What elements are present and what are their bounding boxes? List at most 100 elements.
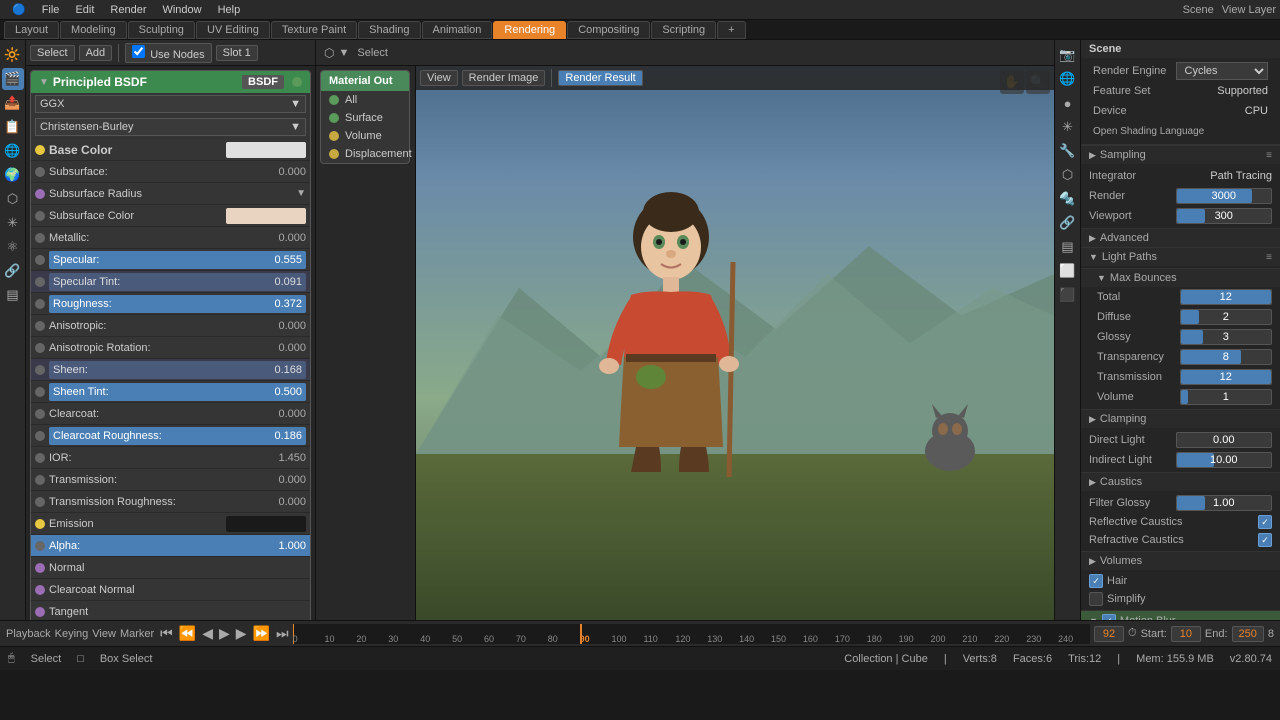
tab-uv-editing[interactable]: UV Editing (196, 21, 270, 39)
icon-view-layer[interactable]: 📋 (2, 116, 24, 138)
menu-edit[interactable]: Edit (67, 4, 102, 16)
icon-output[interactable]: 📤 (2, 92, 24, 114)
field-sheen-tint[interactable]: Sheen Tint: 0.500 (31, 381, 310, 403)
hair-checkbox[interactable]: ✓ (1089, 574, 1103, 588)
icon-scene2[interactable]: 🌐 (2, 140, 24, 162)
tab-modeling[interactable]: Modeling (60, 21, 127, 39)
subsurface-color-swatch[interactable] (226, 208, 306, 224)
field-specular[interactable]: Specular: 0.555 (31, 249, 310, 271)
tab-add[interactable]: + (717, 21, 745, 39)
field-transmission[interactable]: Transmission: 0.000 (31, 469, 310, 491)
field-clearcoat-normal[interactable]: Clearcoat Normal (31, 579, 310, 601)
viewport-bar[interactable]: 300 (1176, 208, 1273, 224)
menu-blender[interactable]: 🔵 (4, 3, 34, 16)
sheen-bar[interactable]: Sheen: 0.168 (49, 361, 306, 379)
reflective-caustics-checkbox[interactable]: ✓ (1258, 515, 1272, 529)
filter-glossy-bar[interactable]: 1.00 (1176, 495, 1273, 511)
tab-layout[interactable]: Layout (4, 21, 59, 39)
field-transmission-roughness[interactable]: Transmission Roughness: 0.000 (31, 491, 310, 513)
subsurface-method-dropdown[interactable]: Christensen-Burley ▼ (35, 118, 306, 136)
icon-particles[interactable]: ✳ (2, 212, 24, 234)
btn-prev-keyframe[interactable]: ⏪ (177, 625, 198, 642)
simplify-checkbox[interactable] (1089, 592, 1103, 606)
tab-scripting[interactable]: Scripting (651, 21, 716, 39)
clearcoat-roughness-bar[interactable]: Clearcoat Roughness: 0.186 (49, 427, 306, 445)
field-anisotropic-rotation[interactable]: Anisotropic Rotation: 0.000 (31, 337, 310, 359)
btn-next-frame[interactable]: ▶ (234, 625, 249, 642)
field-emission[interactable]: Emission (31, 513, 310, 535)
sheen-tint-bar[interactable]: Sheen Tint: 0.500 (49, 383, 306, 401)
icon-particles-r[interactable]: ✳ (1057, 116, 1079, 138)
tab-rendering[interactable]: Rendering (493, 21, 566, 39)
timeline-marker-label[interactable]: Marker (120, 628, 154, 640)
motion-blur-header[interactable]: ▼ ✓ Motion Blur (1081, 610, 1280, 620)
emission-swatch[interactable] (226, 516, 306, 532)
base-color-swatch[interactable] (226, 142, 306, 158)
use-nodes-checkbox[interactable] (132, 45, 145, 58)
view-button[interactable]: View (420, 70, 458, 86)
icon-data-r[interactable]: ▤ (1057, 236, 1079, 258)
tab-animation[interactable]: Animation (422, 21, 493, 39)
tab-compositing[interactable]: Compositing (567, 21, 650, 39)
clamping-section-header[interactable]: ▶ Clamping (1081, 409, 1280, 428)
material-output-node[interactable]: Material Out All Surface Volume (320, 70, 410, 164)
caustics-section-header[interactable]: ▶ Caustics (1081, 472, 1280, 491)
icon-globe-r[interactable]: 🌐 (1057, 68, 1079, 90)
transmission-bounces-bar[interactable]: 12 (1180, 369, 1273, 385)
slot-button[interactable]: Slot 1 (216, 45, 258, 61)
motion-blur-checkbox[interactable]: ✓ (1102, 614, 1116, 620)
icon-scene[interactable]: 🔆 (2, 44, 24, 66)
render-result-button[interactable]: Render Result (558, 70, 642, 86)
field-roughness[interactable]: Roughness: 0.372 (31, 293, 310, 315)
field-subsurface-radius[interactable]: Subsurface Radius ▼ (31, 183, 310, 205)
transparency-bounces-bar[interactable]: 8 (1180, 349, 1273, 365)
timeline-keying-label[interactable]: Keying (55, 628, 89, 640)
volumes-section-header[interactable]: ▶ Volumes (1081, 551, 1280, 570)
menu-help[interactable]: Help (210, 4, 249, 16)
tab-shading[interactable]: Shading (358, 21, 420, 39)
field-base-color[interactable]: Base Color (31, 139, 310, 161)
volume-bounces-bar[interactable]: 1 (1180, 389, 1273, 405)
field-alpha[interactable]: Alpha: 1.000 (31, 535, 310, 557)
main-viewport[interactable]: ✋ 🔍 View Render Image Render Result (416, 66, 1054, 620)
max-bounces-header[interactable]: ▼ Max Bounces (1081, 268, 1280, 287)
icon-material-r[interactable]: ● (1057, 92, 1079, 114)
btn-jump-end[interactable]: ⏭ (274, 625, 291, 642)
menu-render[interactable]: Render (102, 4, 154, 16)
field-specular-tint[interactable]: Specular Tint: 0.091 (31, 271, 310, 293)
light-paths-header[interactable]: ▼ Light Paths ≡ (1081, 247, 1280, 266)
use-nodes-button[interactable]: Use Nodes (125, 43, 211, 63)
specular-tint-bar[interactable]: Specular Tint: 0.091 (49, 273, 306, 291)
indirect-light-bar[interactable]: 10.00 (1176, 452, 1273, 468)
field-anisotropic[interactable]: Anisotropic: 0.000 (31, 315, 310, 337)
btn-next-keyframe[interactable]: ⏩ (251, 625, 272, 642)
icon-object-r[interactable]: ⬡ (1057, 164, 1079, 186)
icon-physics[interactable]: ⚛ (2, 236, 24, 258)
icon-camera-r[interactable]: 📷 (1057, 44, 1079, 66)
glossy-bounces-bar[interactable]: 3 (1180, 329, 1273, 345)
render-engine-select[interactable]: Cycles (1176, 62, 1269, 80)
add-button[interactable]: Add (79, 45, 113, 61)
field-sheen[interactable]: Sheen: 0.168 (31, 359, 310, 381)
render-image-button[interactable]: Render Image (462, 70, 546, 86)
field-clearcoat-roughness[interactable]: Clearcoat Roughness: 0.186 (31, 425, 310, 447)
timeline-playback-label[interactable]: Playback (6, 628, 51, 640)
icon-shape-r[interactable]: ⬛ (1057, 284, 1079, 306)
direct-light-bar[interactable]: 0.00 (1176, 432, 1273, 448)
diffuse-bounces-bar[interactable]: 2 (1180, 309, 1273, 325)
icon-tools-r[interactable]: 🔧 (1057, 140, 1079, 162)
tab-texture-paint[interactable]: Texture Paint (271, 21, 357, 39)
icon-vgroup-r[interactable]: ⬜ (1057, 260, 1079, 282)
distribution-dropdown[interactable]: GGX ▼ (35, 95, 306, 113)
field-subsurface[interactable]: Subsurface: 0.000 (31, 161, 310, 183)
icon-constraints[interactable]: 🔗 (2, 260, 24, 282)
icon-modifier-r[interactable]: 🔩 (1057, 188, 1079, 210)
refractive-caustics-checkbox[interactable]: ✓ (1258, 533, 1272, 547)
field-clearcoat[interactable]: Clearcoat: 0.000 (31, 403, 310, 425)
field-subsurface-color[interactable]: Subsurface Color (31, 205, 310, 227)
total-bounces-bar[interactable]: 12 (1180, 289, 1273, 305)
icon-object[interactable]: ⬡ (2, 188, 24, 210)
field-tangent[interactable]: Tangent (31, 601, 310, 620)
field-normal[interactable]: Normal (31, 557, 310, 579)
btn-jump-start[interactable]: ⏮ (158, 625, 175, 642)
